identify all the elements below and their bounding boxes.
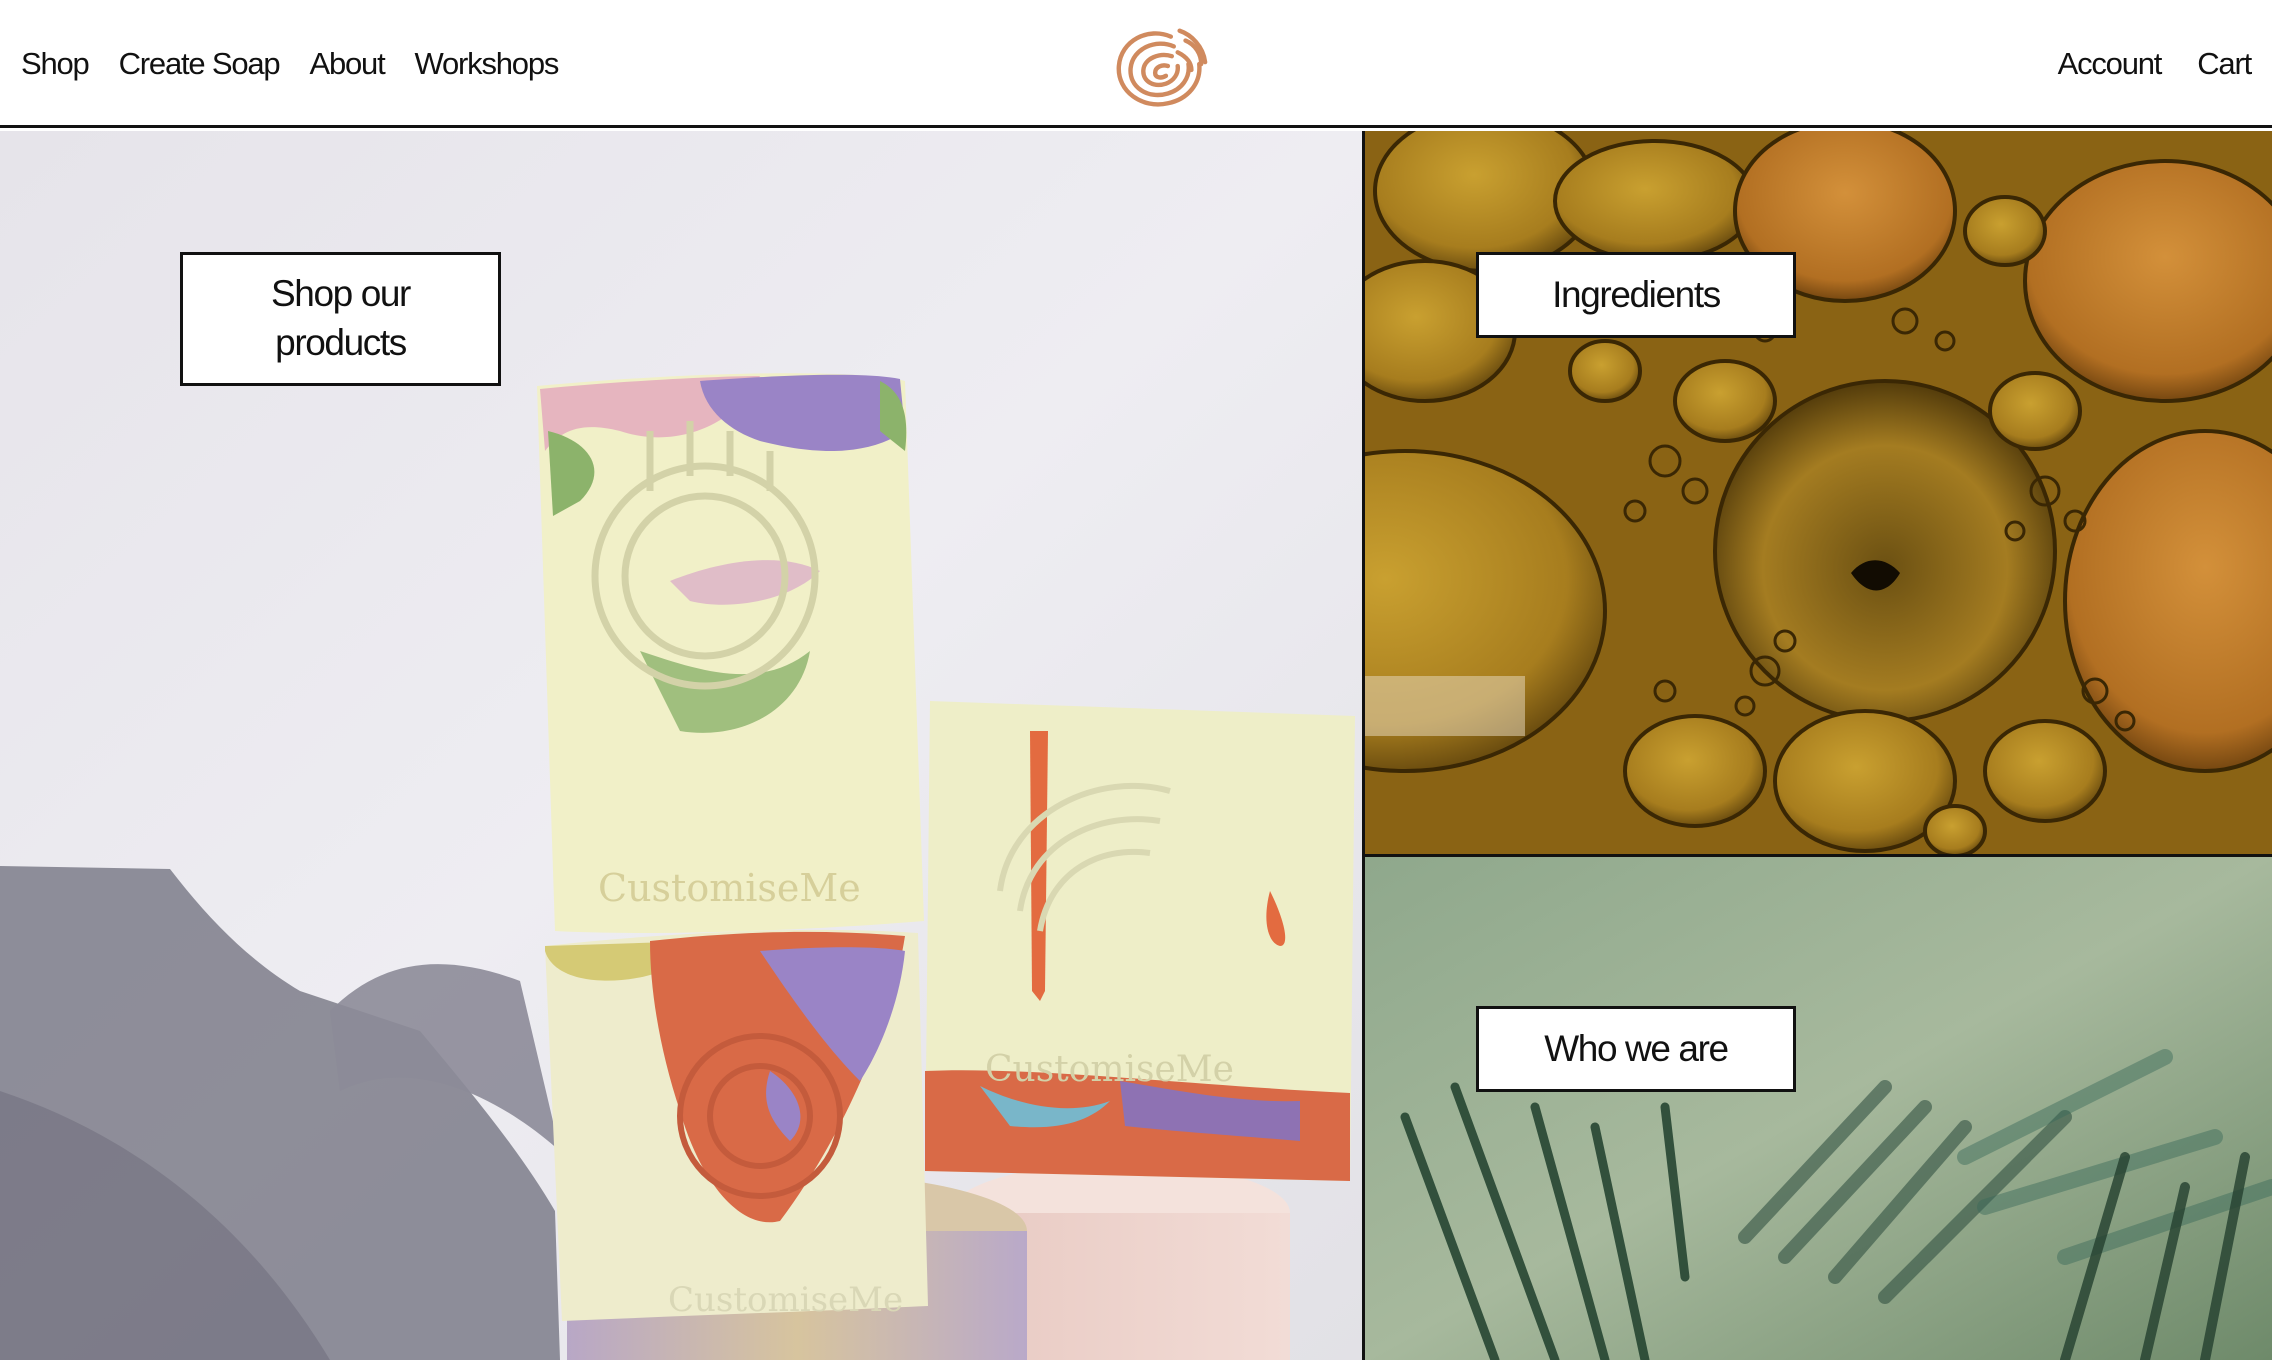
swirl-logo-icon[interactable] — [1113, 22, 1211, 112]
oil-bubbles-photo — [1365, 131, 2272, 854]
svg-text:CustomiseMe: CustomiseMe — [598, 866, 861, 910]
nav-create-soap-link[interactable]: Create Soap — [119, 46, 281, 82]
horizontal-divider — [1365, 854, 2272, 857]
soap-imprint-text: CustomiseMe — [985, 1049, 1234, 1090]
nav-about-link[interactable]: About — [309, 46, 385, 82]
shop-products-label[interactable]: Shop our products — [180, 252, 501, 386]
account-nav: Account Cart — [2058, 0, 2253, 128]
palm-leaves-photo — [1365, 857, 2272, 1360]
nav-shop-link[interactable]: Shop — [21, 46, 90, 82]
vertical-divider — [1362, 131, 1365, 1360]
nav-account-link[interactable]: Account — [2058, 46, 2163, 82]
nav-workshops-link[interactable]: Workshops — [414, 46, 559, 82]
who-we-are-tile[interactable]: Who we are — [1365, 857, 2272, 1360]
primary-nav: Shop Create Soap About Workshops — [21, 0, 559, 128]
ingredients-tile[interactable]: Ingredients — [1365, 131, 2272, 854]
site-header: Shop Create Soap About Workshops Account… — [0, 0, 2272, 128]
who-we-are-label[interactable]: Who we are — [1476, 1006, 1796, 1092]
svg-text:CustomiseMe: CustomiseMe — [668, 1280, 903, 1320]
ingredients-label[interactable]: Ingredients — [1476, 252, 1796, 338]
nav-cart-link[interactable]: Cart — [2197, 46, 2252, 82]
shop-products-tile[interactable]: CustomiseMe CustomiseMe CustomiseMe Shop… — [0, 131, 1362, 1360]
